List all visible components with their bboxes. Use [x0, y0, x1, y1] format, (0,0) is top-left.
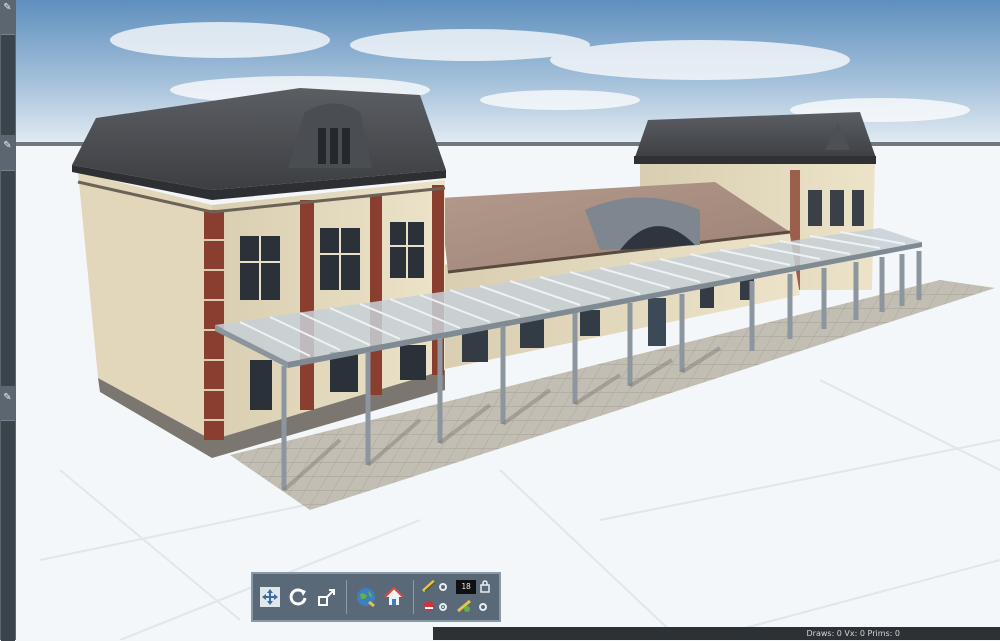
pin-icon[interactable]: ✎ — [1, 2, 14, 14]
train-icon[interactable] — [422, 578, 436, 597]
display-options: 18 — [422, 578, 493, 616]
home-icon[interactable] — [383, 585, 405, 609]
lock-icon[interactable] — [479, 578, 493, 597]
viewport-toolbar: 18 — [251, 572, 501, 622]
toolbar-separator — [413, 580, 415, 614]
rotate-icon[interactable] — [287, 585, 309, 609]
pin-icon[interactable]: ✎ — [1, 392, 14, 404]
3d-viewport[interactable] — [0, 0, 1000, 640]
radio-option-selected[interactable] — [439, 603, 448, 611]
move-arrows-icon[interactable] — [259, 585, 281, 609]
radio-option[interactable] — [479, 603, 488, 611]
status-bar: Draws: 0 Vx: 0 Prims: 0 — [433, 627, 1000, 640]
render-stats: Draws: 0 Vx: 0 Prims: 0 — [806, 629, 901, 638]
fps-readout: 18 — [456, 580, 477, 594]
scale-icon[interactable] — [315, 585, 337, 609]
camera-icon[interactable] — [422, 598, 436, 617]
toolbar-separator — [345, 580, 347, 614]
left-tool-strip: ✎ ✎ ✎ — [0, 0, 16, 641]
side-panel-3[interactable] — [1, 420, 15, 641]
side-panel-2[interactable] — [1, 170, 15, 386]
radio-option[interactable] — [439, 583, 448, 591]
pin-icon[interactable]: ✎ — [1, 140, 14, 152]
side-panel-1[interactable] — [1, 34, 15, 135]
tree-icon[interactable] — [456, 598, 476, 617]
left-pavilion — [72, 88, 446, 458]
globe-icon[interactable] — [355, 585, 377, 609]
